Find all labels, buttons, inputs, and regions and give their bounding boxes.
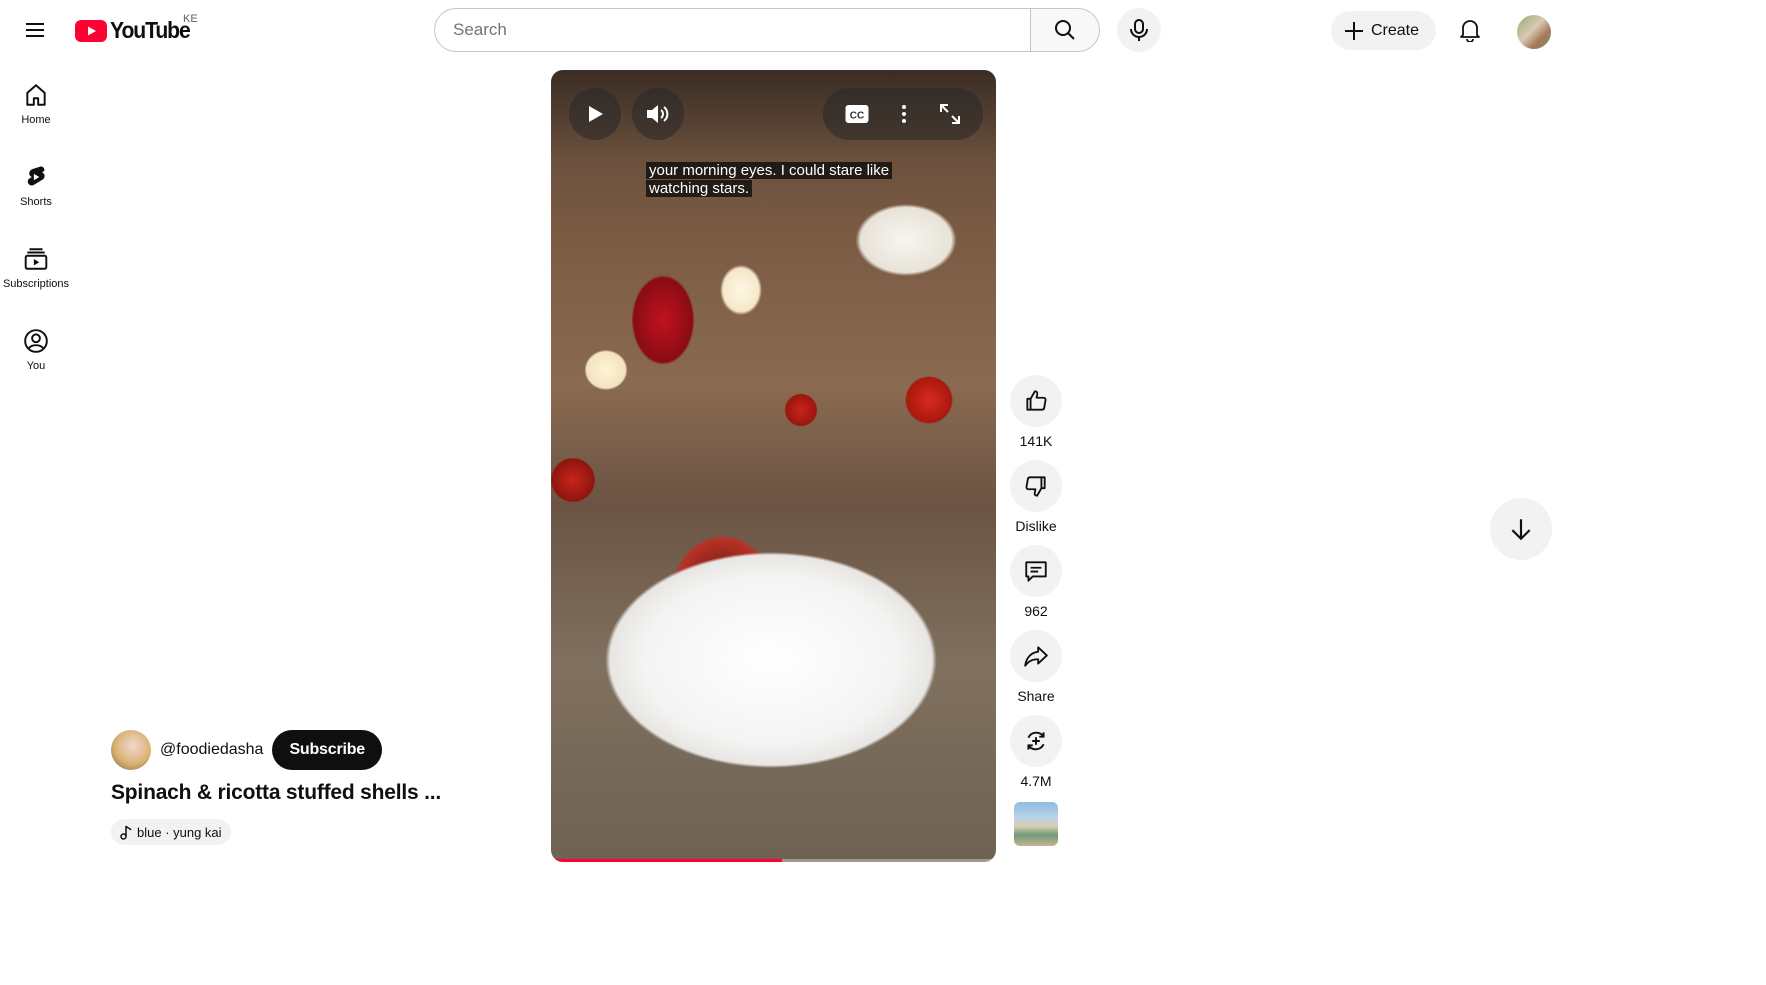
sidebar-item-subscriptions[interactable]: Subscriptions [0,226,72,308]
remix-button[interactable] [1010,715,1062,767]
top-bar: YouTube KE Create [0,0,1766,62]
create-label: Create [1371,21,1420,39]
next-video-button[interactable] [1490,498,1552,560]
youtube-logo-icon [75,19,107,42]
comment-icon [1025,561,1047,582]
plus-icon [1345,21,1363,40]
account-avatar[interactable] [1517,15,1551,49]
sound-label: blue · yung kai [137,824,222,840]
sidebar-item-you[interactable]: You [0,308,72,390]
caption-line: your morning eyes. I could stare like [646,162,893,179]
sidebar-item-label: You [26,360,46,372]
mini-guide: Home Shorts Subscriptions You [0,62,72,390]
logo-wordmark: YouTube [110,17,191,43]
share-label: Share [1017,688,1055,704]
country-code: KE [183,13,198,25]
microphone-icon [1130,19,1148,41]
youtube-logo[interactable]: YouTube [75,17,197,44]
volume-icon [647,105,669,123]
sidebar-item-label: Subscriptions [2,278,70,290]
more-vert-icon [902,105,906,123]
closed-captions-button[interactable]: CC [844,103,870,125]
volume-button[interactable] [632,88,684,140]
share-icon [1024,646,1048,667]
shorts-video-player[interactable]: CC your morning eyes. I could stare like… [551,70,996,862]
hamburger-menu-button[interactable] [14,9,56,51]
fullscreen-icon [940,104,960,124]
sound-chip[interactable]: blue · yung kai [111,819,231,845]
music-note-icon [120,825,132,840]
svg-text:CC: CC [850,111,864,122]
subscribe-button[interactable]: Subscribe [272,729,382,770]
sidebar-item-shorts[interactable]: Shorts [0,144,72,226]
comment-count: 962 [1024,603,1048,619]
thumbs-up-icon [1026,390,1047,411]
arrow-down-icon [1511,519,1531,541]
video-title[interactable]: Spinach & ricotta stuffed shells ... [111,781,441,805]
remix-count: 4.7M [1020,773,1052,789]
search-bar [434,8,1100,52]
search-input[interactable] [434,8,1030,52]
thumbs-down-icon [1025,476,1046,497]
player-controls-group: CC [823,88,983,140]
hamburger-menu-icon [26,23,44,37]
account-circle-icon [24,329,48,353]
search-icon [1055,20,1075,40]
like-count: 141K [1019,433,1053,449]
sidebar-item-label: Home [21,114,51,126]
comments-button[interactable] [1010,545,1062,597]
bell-icon [1460,20,1480,42]
sidebar-item-label: Shorts [20,196,52,208]
share-button[interactable] [1010,630,1062,682]
fullscreen-button[interactable] [938,102,962,126]
home-icon [26,84,46,106]
dislike-label: Dislike [1015,518,1057,534]
search-button[interactable] [1030,8,1100,52]
create-button[interactable]: Create [1331,11,1437,50]
caption-line: watching stars. [646,180,753,197]
voice-search-button[interactable] [1117,8,1161,52]
play-icon [589,106,603,122]
channel-avatar[interactable] [111,729,151,770]
channel-row: @foodiedasha Subscribe [111,729,382,770]
dislike-button[interactable] [1010,460,1062,512]
sound-thumbnail[interactable] [1014,802,1058,846]
remix-icon [1027,731,1045,751]
subscriptions-icon [24,248,48,270]
sidebar-item-home[interactable]: Home [0,62,72,144]
play-button[interactable] [569,88,621,140]
progress-bar-fill [551,859,783,862]
notifications-button[interactable] [1449,9,1491,51]
progress-bar[interactable] [551,859,996,862]
more-options-button[interactable] [900,103,908,125]
like-button[interactable] [1010,375,1062,427]
video-caption: your morning eyes. I could stare like wa… [646,162,906,198]
reel-actions: 141K Dislike 962 Share 4.7M [1009,375,1063,846]
channel-handle[interactable]: @foodiedasha [160,741,263,759]
shorts-icon [27,166,45,186]
closed-captions-icon: CC [845,105,869,123]
